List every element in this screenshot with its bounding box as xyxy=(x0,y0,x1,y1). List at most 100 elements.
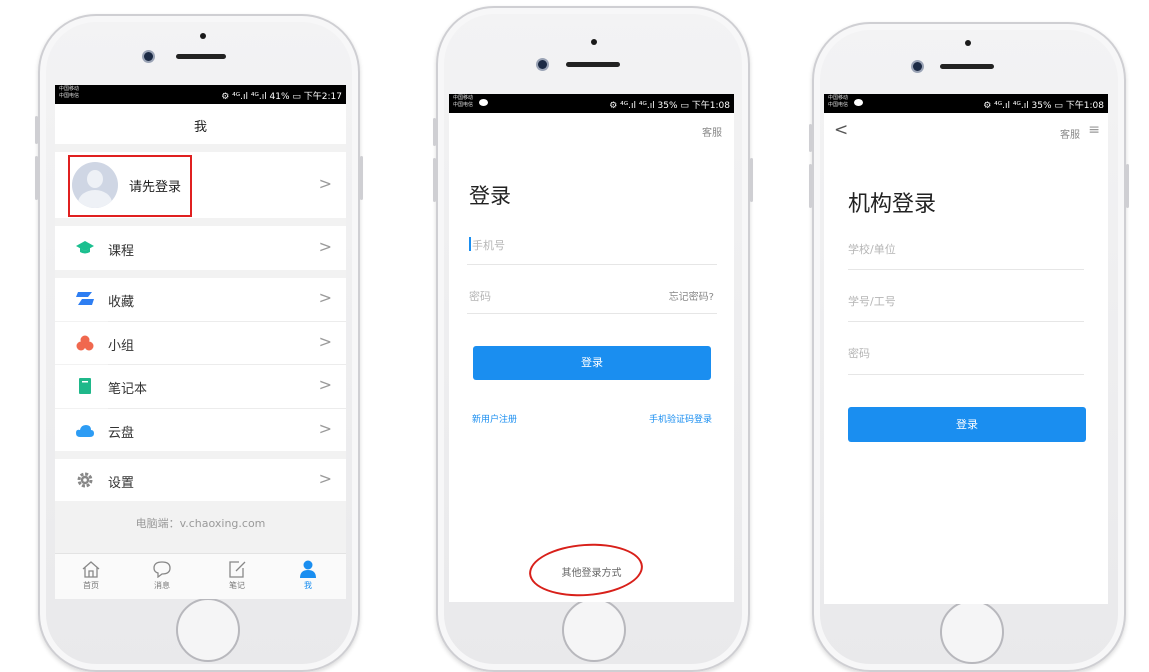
student-id-placeholder: 学号/工号 xyxy=(848,295,896,308)
tab-label: 我 xyxy=(304,581,312,590)
login-button[interactable]: 登录 xyxy=(473,346,711,380)
input-underline xyxy=(848,269,1084,270)
page-title: 机构登录 xyxy=(848,192,937,217)
chevron-right-icon: > xyxy=(318,469,332,488)
home-icon xyxy=(82,561,100,578)
customer-service-link[interactable]: 客服 xyxy=(702,124,722,139)
tab-notes[interactable]: 笔记 xyxy=(219,560,255,591)
phone-input[interactable]: 手机号 xyxy=(469,234,713,264)
menu-item-notebook[interactable]: 笔记本 > xyxy=(55,365,346,408)
earpiece-speaker xyxy=(566,62,620,67)
menu-label: 收藏 xyxy=(108,295,135,310)
customer-service-link[interactable]: 客服 xyxy=(1060,126,1080,141)
text-cursor xyxy=(469,237,471,251)
notebook-icon xyxy=(79,378,91,394)
screen-me: 中国移动 中国电信 ⚙ ⁴ᴳ.ıl ⁴ᴳ.ıl 41% ▭ 下午2:17 我 请… xyxy=(55,85,346,599)
earpiece-speaker xyxy=(940,64,994,69)
front-camera xyxy=(144,52,153,61)
chevron-right-icon: > xyxy=(318,375,332,394)
tab-home[interactable]: 首页 xyxy=(73,560,109,591)
chevron-right-icon: > xyxy=(318,174,332,193)
password-input[interactable]: 密码 xyxy=(469,286,639,310)
tab-label: 消息 xyxy=(154,581,170,590)
profile-row[interactable]: 请先登录 > xyxy=(55,152,346,218)
input-underline xyxy=(467,264,717,265)
proximity-sensor xyxy=(200,33,206,39)
page-title: 我 xyxy=(193,120,207,135)
tab-me[interactable]: 我 xyxy=(290,560,326,591)
volume-button xyxy=(35,116,38,144)
menu-icon[interactable]: ≡ xyxy=(1088,122,1100,138)
password-placeholder: 密码 xyxy=(469,290,491,303)
login-highlight-box xyxy=(68,155,192,217)
menu-item-favorites[interactable]: 收藏 > xyxy=(55,278,346,321)
tab-label: 笔记 xyxy=(229,581,245,590)
chevron-right-icon: > xyxy=(318,237,332,256)
sms-login-link[interactable]: 手机验证码登录 xyxy=(649,412,712,425)
front-camera xyxy=(538,60,547,69)
screen-login: 中国移动 中国电信 ⚙ ⁴ᴳ.ıl ⁴ᴳ.ıl 35% ▭ 下午1:08 客服 … xyxy=(449,94,734,602)
password-input[interactable]: 密码 xyxy=(848,342,1084,370)
login-button[interactable]: 登录 xyxy=(848,407,1086,442)
header: 我 xyxy=(55,104,346,144)
note-edit-icon xyxy=(229,561,246,578)
carrier-text: 中国移动 中国电信 xyxy=(828,95,849,108)
power-button xyxy=(360,156,363,200)
page-title: 登录 xyxy=(469,184,511,208)
chat-notification-icon xyxy=(854,99,863,106)
menu-label: 笔记本 xyxy=(108,382,148,397)
screen-institution-login: 中国移动 中国电信 ⚙ ⁴ᴳ.ıl ⁴ᴳ.ıl 35% ▭ 下午1:08 < 客… xyxy=(824,94,1108,604)
user-icon xyxy=(300,560,316,578)
tab-messages[interactable]: 消息 xyxy=(144,560,180,591)
carrier-text: 中国移动 中国电信 xyxy=(59,86,80,99)
menu-label: 课程 xyxy=(108,244,135,259)
phone-placeholder: 手机号 xyxy=(472,239,505,252)
school-placeholder: 学校/单位 xyxy=(848,243,896,256)
proximity-sensor xyxy=(591,39,597,45)
menu-item-course[interactable]: 课程 > xyxy=(55,226,346,270)
home-button[interactable] xyxy=(562,598,626,662)
power-button xyxy=(750,158,753,202)
other-login-highlight xyxy=(527,540,645,600)
volume-button xyxy=(809,124,812,152)
chat-notification-icon xyxy=(479,99,488,106)
message-icon xyxy=(153,561,171,579)
volume-button xyxy=(809,164,812,208)
register-link[interactable]: 新用户注册 xyxy=(472,412,517,425)
status-bar: 中国移动 中国电信 ⚙ ⁴ᴳ.ıl ⁴ᴳ.ıl 41% ▭ 下午2:17 xyxy=(55,85,346,104)
menu-label: 设置 xyxy=(108,476,135,491)
student-id-input[interactable]: 学号/工号 xyxy=(848,290,1084,318)
forgot-password-link[interactable]: 忘记密码? xyxy=(669,288,714,303)
status-bar: 中国移动 中国电信 ⚙ ⁴ᴳ.ıl ⁴ᴳ.ıl 35% ▭ 下午1:08 xyxy=(824,94,1108,113)
power-button xyxy=(1126,164,1129,208)
gear-icon xyxy=(77,472,93,488)
input-underline xyxy=(848,374,1084,375)
tab-label: 首页 xyxy=(83,581,99,590)
back-button[interactable]: < xyxy=(834,120,848,140)
status-indicators: ⚙ ⁴ᴳ.ıl ⁴ᴳ.ıl 41% ▭ 下午2:17 xyxy=(221,92,342,102)
volume-button xyxy=(433,118,436,146)
input-underline xyxy=(848,321,1084,322)
chevron-right-icon: > xyxy=(318,332,332,351)
desktop-url-note: 电脑端：v.chaoxing.com xyxy=(135,517,266,530)
status-indicators: ⚙ ⁴ᴳ.ıl ⁴ᴳ.ıl 35% ▭ 下午1:08 xyxy=(983,101,1104,111)
group-circles-icon xyxy=(76,335,94,351)
menu-label: 云盘 xyxy=(108,426,135,441)
tab-bar: 首页 消息 笔记 我 xyxy=(55,553,346,599)
home-button[interactable] xyxy=(176,598,240,662)
status-bar: 中国移动 中国电信 ⚙ ⁴ᴳ.ıl ⁴ᴳ.ıl 35% ▭ 下午1:08 xyxy=(449,94,734,113)
menu-item-settings[interactable]: 设置 > xyxy=(55,459,346,501)
chevron-right-icon: > xyxy=(318,288,332,307)
menu-item-cloud-drive[interactable]: 云盘 > xyxy=(55,409,346,451)
school-input[interactable]: 学校/单位 xyxy=(848,238,1084,266)
bookmark-stack-icon xyxy=(76,292,94,305)
menu-item-groups[interactable]: 小组 > xyxy=(55,322,346,364)
home-button[interactable] xyxy=(940,600,1004,664)
proximity-sensor xyxy=(965,40,971,46)
cloud-icon xyxy=(76,425,94,437)
chevron-right-icon: > xyxy=(318,419,332,438)
carrier-text: 中国移动 中国电信 xyxy=(453,95,474,108)
password-placeholder: 密码 xyxy=(848,347,870,360)
status-indicators: ⚙ ⁴ᴳ.ıl ⁴ᴳ.ıl 35% ▭ 下午1:08 xyxy=(609,101,730,111)
input-underline xyxy=(467,313,717,314)
